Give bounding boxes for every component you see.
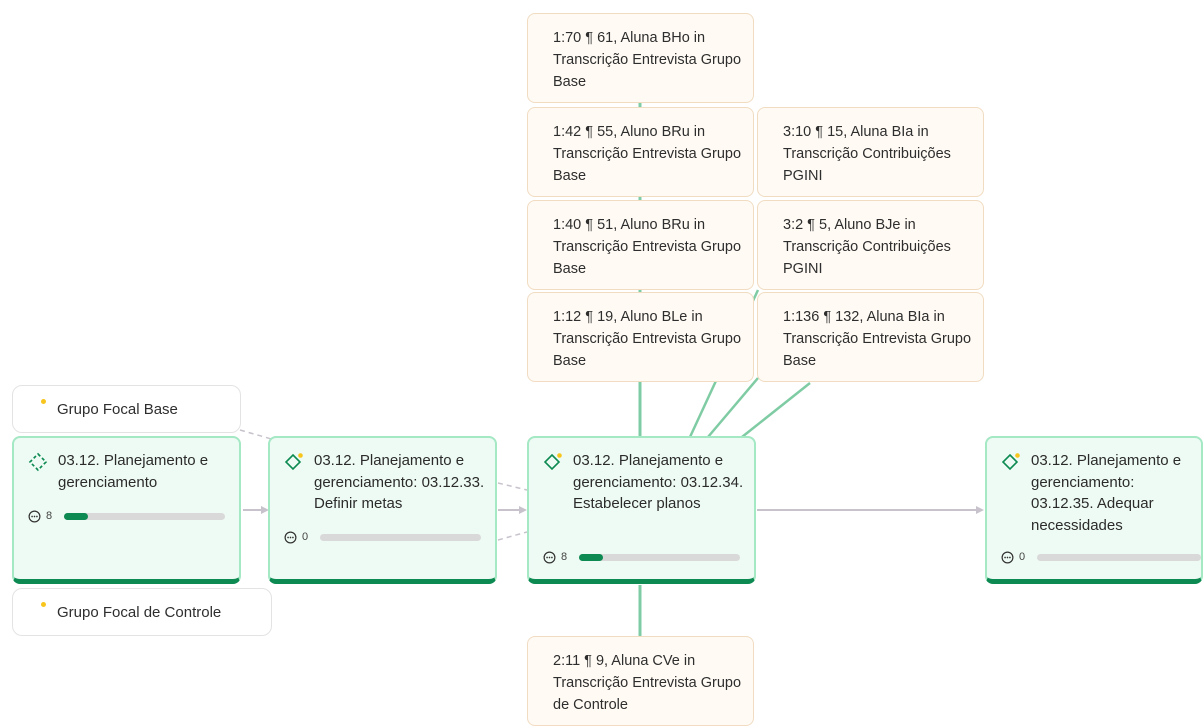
code-title: 03.12. Planejamento e gerenciamento: 03.… [314,452,485,512]
comment-icon [28,510,41,523]
link-quote-q5 [707,377,759,438]
quote-text: 3:2 ¶ 5, Aluno BJe in Transcrição Contri… [783,217,951,277]
link-c2-c3-dash-top [497,482,528,491]
quote-node[interactable]: 1:136 ¶ 132, Aluna BIa in Transcrição En… [757,292,984,382]
quote-text: 1:70 ¶ 61, Aluna BHo in Transcrição Entr… [553,30,742,90]
quote-node[interactable]: 3:2 ¶ 5, Aluno BJe in Transcrição Contri… [757,200,984,290]
code-footer: 8 [543,550,740,564]
star-icon [557,453,562,458]
code-diamond-icon [543,452,563,472]
quote-node[interactable]: 1:42 ¶ 55, Aluno BRu in Transcrição Entr… [527,107,754,197]
quote-text: 1:40 ¶ 51, Aluno BRu in Transcrição Entr… [553,217,742,277]
arrowhead-c2-c3 [519,506,527,514]
density-bar [1036,553,1201,561]
link-c2-c3-dash-bottom [497,531,528,541]
quote-text: 1:42 ¶ 55, Aluno BRu in Transcrição Entr… [553,124,742,184]
density-bar-fill [578,553,603,561]
quotation-count: 0 [1019,551,1026,563]
comment-icon [284,531,297,544]
density-bar [578,553,740,561]
code-footer: 0 [1001,550,1201,564]
quotation-count: 0 [302,531,309,543]
star-icon [41,602,46,607]
quote-text: 3:10 ¶ 15, Aluna BIa in Transcrição Cont… [783,124,951,184]
quote-node[interactable]: 1:12 ¶ 19, Aluno BLe in Transcrição Entr… [527,292,754,382]
quote-node[interactable]: 1:40 ¶ 51, Aluno BRu in Transcrição Entr… [527,200,754,290]
code-footer: 8 [28,509,225,523]
star-icon [41,399,46,404]
density-bar-fill [63,512,88,520]
code-node[interactable]: 03.12. Planejamento e gerenciamento 8 [12,436,241,584]
comment-icon [543,551,556,564]
code-diamond-icon [1001,452,1021,472]
density-bar [319,533,481,541]
code-title: 03.12. Planejamento e gerenciamento: 03.… [573,452,744,512]
quote-node[interactable]: 3:10 ¶ 15, Aluna BIa in Transcrição Cont… [757,107,984,197]
quote-node[interactable]: 2:11 ¶ 9, Aluna CVe in Transcrição Entre… [527,636,754,726]
star-icon [1015,453,1020,458]
quote-node[interactable]: 1:70 ¶ 61, Aluna BHo in Transcrição Entr… [527,13,754,103]
quote-text: 1:12 ¶ 19, Aluno BLe in Transcrição Entr… [553,309,742,369]
quotation-count: 8 [561,551,568,563]
code-title: 03.12. Planejamento e gerenciamento: 03.… [1031,452,1182,534]
quotation-count: 8 [46,510,53,522]
code-diamond-icon [284,452,304,472]
code-group-icon [28,452,48,472]
code-footer: 0 [284,530,481,544]
code-node[interactable]: 03.12. Planejamento e gerenciamento: 03.… [985,436,1203,584]
group-label: Grupo Focal Base [57,400,178,418]
link-quote-q7 [741,382,811,438]
document-group-node[interactable]: Grupo Focal Base [12,385,241,433]
code-node[interactable]: 03.12. Planejamento e gerenciamento: 03.… [527,436,756,584]
arrowhead-c3-c4 [976,506,984,514]
code-title: 03.12. Planejamento e gerenciamento [58,452,209,491]
quote-text: 2:11 ¶ 9, Aluna CVe in Transcrição Entre… [553,653,742,713]
code-node[interactable]: 03.12. Planejamento e gerenciamento: 03.… [268,436,497,584]
comment-icon [1001,551,1014,564]
group-label: Grupo Focal de Controle [57,603,222,621]
density-bar [63,512,225,520]
star-icon [298,453,303,458]
document-group-node[interactable]: Grupo Focal de Controle [12,588,272,636]
quote-text: 1:136 ¶ 132, Aluna BIa in Transcrição En… [783,309,972,369]
